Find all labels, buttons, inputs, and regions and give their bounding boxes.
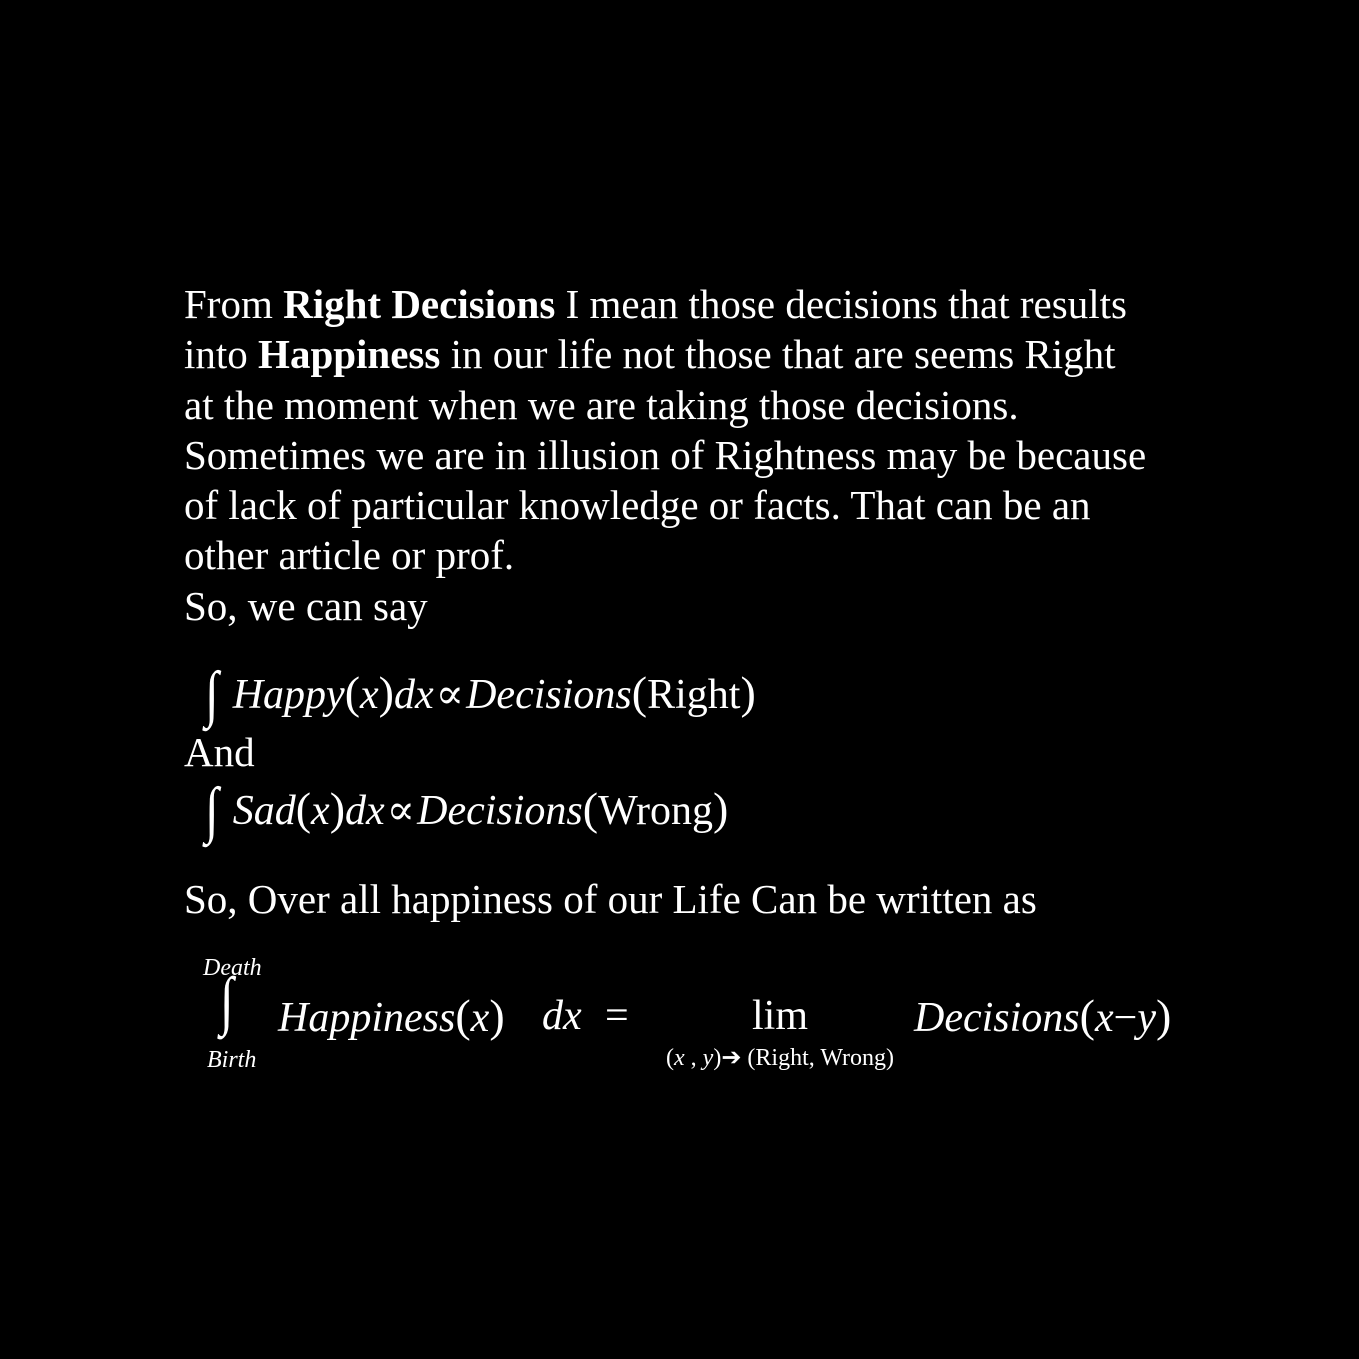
eq1-dx: dx — [394, 672, 434, 718]
eq1-var: x — [360, 672, 379, 718]
lim-label: lim — [751, 993, 808, 1039]
and-text: And — [184, 729, 255, 775]
eq3-equals: = — [605, 993, 629, 1039]
eq3-dx: dx — [542, 993, 582, 1039]
eq1-rhs-arg: Right — [647, 672, 741, 718]
eq3-integrand: Happiness(x) — [278, 990, 505, 1041]
eq1-rhs-func: Decisions — [466, 672, 632, 718]
paragraph-line-1: From Right Decisions I mean those decisi… — [184, 281, 1127, 327]
paragraph-line-5: of lack of particular knowledge or facts… — [184, 482, 1091, 529]
proportional-symbol: ∝ — [386, 788, 416, 834]
eq3-rhs: Decisions(x−y) — [914, 990, 1172, 1041]
bold-happiness: Happiness — [258, 331, 441, 378]
integral-lower-limit: Birth — [207, 1047, 257, 1073]
integral-sign: ∫ — [205, 658, 219, 728]
eq2-func: Sad — [232, 788, 296, 834]
eq2-var: x — [311, 788, 330, 834]
overall-text: So, Over all happiness of our Life Can b… — [184, 876, 1037, 922]
equation-sad: ∫ Sad(x)dx∝Decisions(Wrong) — [205, 774, 728, 844]
lim-subscript: (x , y)➔ (Right, Wrong) — [666, 1045, 894, 1071]
paragraph-line-7: So, we can say — [184, 582, 428, 629]
bold-right-decisions: Right Decisions — [283, 281, 556, 327]
paragraph-line-2: into Happiness in our life not those tha… — [184, 331, 1116, 378]
paragraph-line-6: other article or prof. — [184, 532, 515, 579]
integral-sign: ∫ — [205, 774, 219, 844]
arrow-icon: ➔ — [721, 1045, 742, 1071]
limit-operator: lim (x , y)➔ (Right, Wrong) — [655, 988, 905, 1078]
eq2-rhs-arg: Wrong — [598, 788, 714, 834]
paragraph-line-3: at the moment when we are taking those d… — [184, 381, 1019, 428]
intro-paragraph: From Right Decisions I mean those decisi… — [184, 279, 1244, 631]
eq2-dx: dx — [345, 788, 385, 834]
definite-integral: Death ∫ Birth — [200, 955, 270, 1080]
paragraph-line-4: Sometimes we are in illusion of Rightnes… — [184, 431, 1147, 478]
eq1-func: Happy — [232, 672, 345, 718]
integral-sign: ∫ — [220, 963, 234, 1037]
eq2-rhs-func: Decisions — [417, 788, 583, 834]
proportional-symbol: ∝ — [435, 672, 465, 718]
equation-happy: ∫ Happy(x)dx∝Decisions(Right) — [205, 658, 756, 728]
